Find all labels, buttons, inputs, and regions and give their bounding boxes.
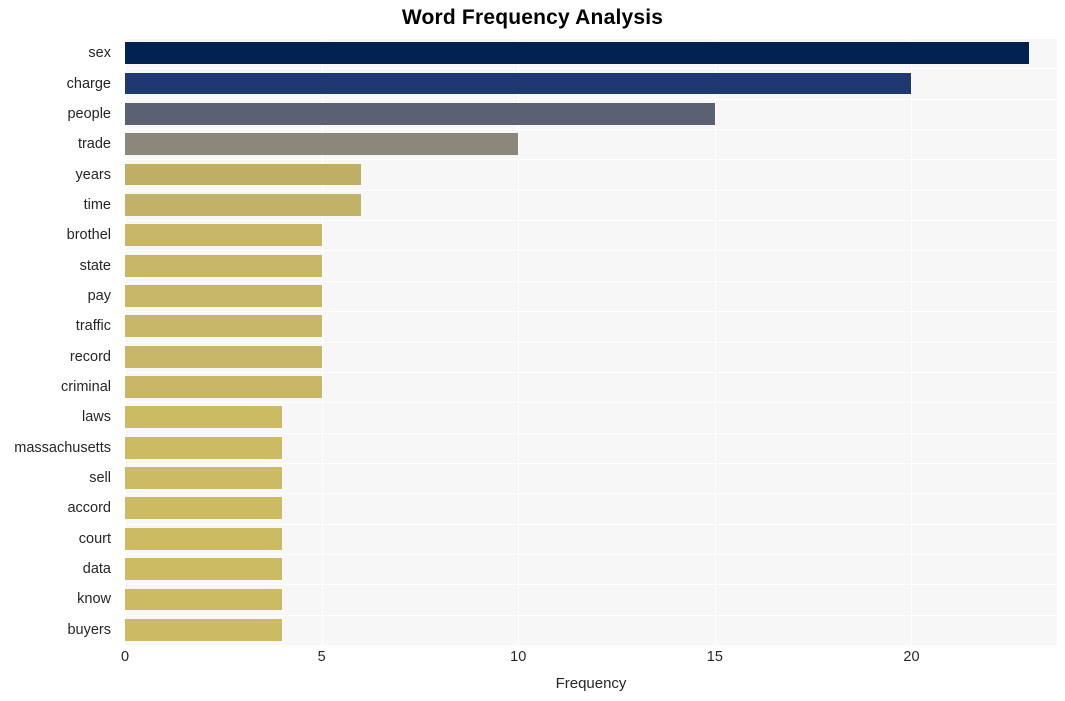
bar [125,588,283,611]
chart-title: Word Frequency Analysis [401,6,664,29]
y-tick-label: know [77,591,111,608]
x-axis-tick-labels: 0 5 10 15 20 [0,650,1065,672]
y-tick-label: brothel [66,227,111,244]
bar [125,315,322,338]
bar [125,72,912,95]
y-tick-label: traffic [75,318,111,335]
y-tick-label: court [78,530,111,547]
y-tick-label: buyers [67,621,111,638]
y-axis-tick-labels: sex charge people trade years time brothel stat… [0,38,118,645]
bar [125,618,283,641]
y-tick-label: data [82,561,111,578]
y-tick-label: trade [77,136,111,153]
bar [125,497,283,520]
y-tick-label: years [75,166,111,183]
bar [125,436,283,459]
y-tick-label: charge [66,75,111,92]
x-tick-label: 0 [120,649,130,665]
bar [125,254,322,277]
y-tick-label: laws [81,409,111,426]
bar [125,406,283,429]
bar [125,558,283,581]
bar [125,467,283,489]
gridline-horizontal [125,645,1057,646]
bar [125,345,322,368]
bar [125,102,715,125]
x-tick-label: 20 [903,649,920,665]
bar [125,285,322,307]
y-tick-label: record [69,348,111,365]
bar [125,193,361,216]
x-tick-label: 15 [706,649,723,665]
y-tick-label: pay [87,287,111,304]
bar [125,376,322,398]
bar [125,163,361,186]
y-tick-label: people [67,105,111,122]
y-tick-label: massachusetts [14,439,111,456]
x-tick-label: 5 [317,649,326,665]
bar [125,42,1030,65]
y-tick-label: criminal [61,379,111,396]
bar [125,527,283,550]
y-tick-label: state [79,257,111,274]
bar-series [125,38,1057,645]
bar [125,224,322,247]
bar [125,133,519,156]
y-tick-label: sex [88,45,111,62]
y-tick-label: accord [67,500,111,517]
plot-area [125,38,1057,646]
x-tick-label: 10 [510,649,527,665]
y-tick-label: time [83,196,111,213]
word-frequency-chart: Word Frequency Analysis sex charge people t… [0,0,1065,701]
y-tick-label: sell [89,470,111,487]
x-axis-title: Frequency [555,675,627,692]
